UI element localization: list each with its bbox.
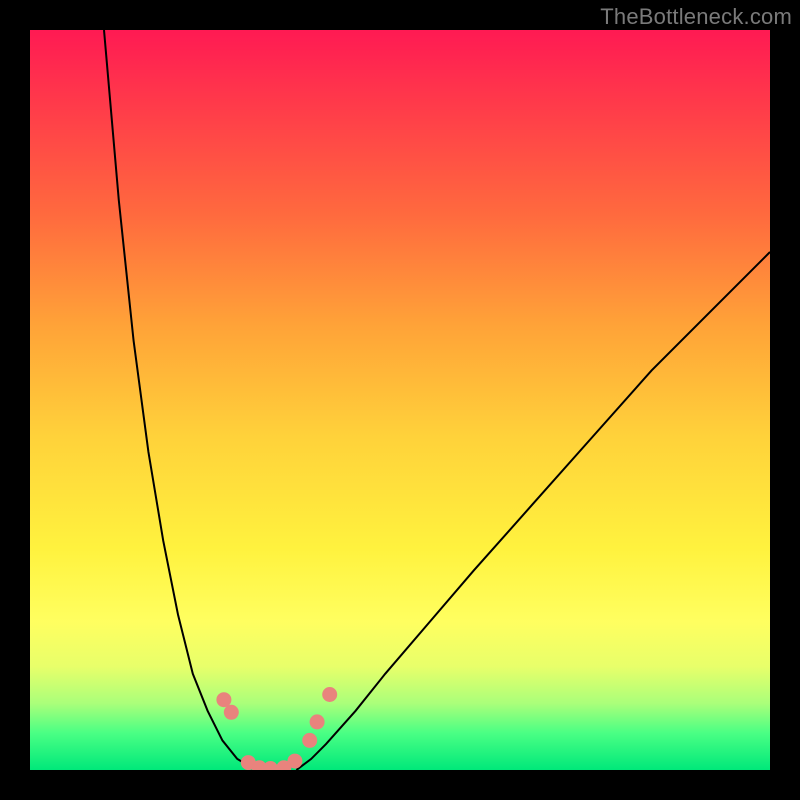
marker-point [310,714,325,729]
chart-svg [30,30,770,770]
left-curve [104,30,267,770]
markers-group [216,687,337,770]
marker-point [322,687,337,702]
right-curve [296,252,770,770]
marker-point [224,705,239,720]
marker-point [216,692,231,707]
watermark-text: TheBottleneck.com [600,4,792,30]
marker-point [287,754,302,769]
chart-plot-area [30,30,770,770]
marker-point [263,761,278,770]
marker-point [302,733,317,748]
